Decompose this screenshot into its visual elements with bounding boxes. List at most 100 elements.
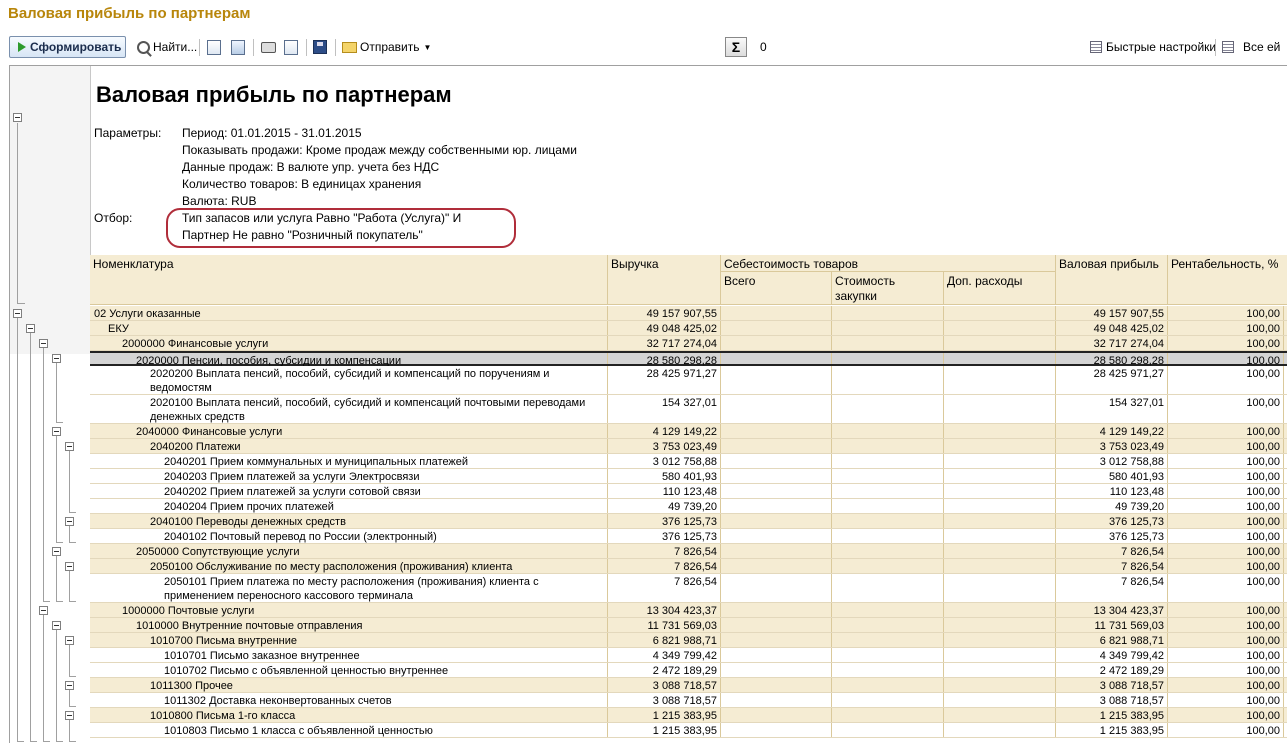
row-name: 2040203 Прием платежей за услуги Электро… (90, 469, 608, 483)
row-profitability: 100,00 (1168, 499, 1284, 513)
row-profitability: 100,00 (1168, 454, 1284, 468)
tree-line (56, 556, 57, 601)
toolbar-divider (253, 39, 254, 56)
row-name: 2050100 Обслуживание по месту расположен… (90, 559, 608, 573)
row-extra-costs (944, 514, 1056, 528)
row-name: 1000000 Почтовые услуги (90, 603, 608, 617)
table-row[interactable]: 2020200 Выплата пенсий, пособий, субсиди… (90, 366, 1287, 395)
collapse-group-icon[interactable] (52, 354, 61, 363)
table-row[interactable]: 1010803 Письмо 1 класса с объявленной це… (90, 723, 1287, 738)
row-cost-total (721, 454, 832, 468)
row-revenue: 3 012 758,88 (608, 454, 721, 468)
collapse-group-icon[interactable] (65, 562, 74, 571)
row-gross-profit: 580 401,93 (1056, 469, 1168, 483)
row-purchase-cost (832, 618, 944, 632)
expand-groups-button[interactable] (207, 36, 221, 58)
row-gross-profit: 3 088 718,57 (1056, 693, 1168, 707)
table-row[interactable]: 2020000 Пенсии, пособия, субсидии и комп… (90, 351, 1287, 367)
row-extra-costs (944, 306, 1056, 320)
param-period: Период: 01.01.2015 - 31.01.2015 (182, 126, 362, 140)
collapse-group-icon[interactable] (39, 339, 48, 348)
collapse-group-icon[interactable] (52, 621, 61, 630)
collapse-group-icon[interactable] (13, 309, 22, 318)
table-row[interactable]: 2040201 Прием коммунальных и муниципальн… (90, 454, 1287, 469)
collapse-group-icon[interactable] (65, 711, 74, 720)
envelope-icon (342, 41, 357, 53)
row-name: 1010700 Письма внутренние (90, 633, 608, 647)
row-extra-costs (944, 424, 1056, 438)
table-row[interactable]: 02 Услуги оказанные 49 157 907,55 49 157 9… (90, 306, 1287, 321)
table-row[interactable]: 2050000 Сопутствующие услуги 7 826,54 7 82… (90, 544, 1287, 559)
row-gross-profit: 1 215 383,95 (1056, 708, 1168, 722)
table-row[interactable]: 2000000 Финансовые услуги 32 717 274,04 32… (90, 336, 1287, 351)
param-show-sales: Показывать продажи: Кроме продаж между с… (182, 143, 577, 157)
all-settings-button[interactable]: Все ей (1222, 36, 1280, 58)
collapse-group-icon[interactable] (65, 517, 74, 526)
row-revenue: 49 739,20 (608, 499, 721, 513)
row-extra-costs (944, 723, 1056, 737)
table-row[interactable]: 2040100 Переводы денежных средств 376 125… (90, 514, 1287, 529)
table-row[interactable]: 1011302 Доставка неконвертованных счетов… (90, 693, 1287, 708)
table-row[interactable]: 1010700 Письма внутренние 6 821 988,71 6 8… (90, 633, 1287, 648)
table-row[interactable]: 2040203 Прием платежей за услуги Электро… (90, 469, 1287, 484)
sum-button[interactable]: Σ (725, 37, 747, 57)
row-cost-total (721, 439, 832, 453)
table-row[interactable]: 1010000 Внутренние почтовые отправления 1… (90, 618, 1287, 633)
row-cost-total (721, 603, 832, 617)
collapse-group-icon[interactable] (52, 547, 61, 556)
row-gross-profit: 2 472 189,29 (1056, 663, 1168, 677)
table-row[interactable]: 2040202 Прием платежей за услуги сотовой… (90, 484, 1287, 499)
row-profitability: 100,00 (1168, 648, 1284, 662)
row-extra-costs (944, 353, 1056, 364)
print-preview-button[interactable] (284, 36, 298, 58)
row-purchase-cost (832, 469, 944, 483)
row-profitability: 100,00 (1168, 469, 1284, 483)
table-row[interactable]: 1010701 Письмо заказное внутреннее 4 349 … (90, 648, 1287, 663)
row-profitability: 100,00 (1168, 708, 1284, 722)
row-revenue: 2 472 189,29 (608, 663, 721, 677)
collapse-group-icon[interactable] (65, 636, 74, 645)
send-button-label: Отправить (360, 40, 420, 54)
row-extra-costs (944, 499, 1056, 513)
toolbar-divider (199, 39, 200, 56)
tree-line (69, 601, 76, 602)
table-row[interactable]: 2040000 Финансовые услуги 4 129 149,22 4 1… (90, 424, 1287, 439)
collapse-group-icon[interactable] (65, 442, 74, 451)
table-row[interactable]: ЕКУ 49 048 425,02 49 048 425,02 100,00 (90, 321, 1287, 336)
table-row[interactable]: 2050101 Прием платежа по месту расположе… (90, 574, 1287, 603)
row-cost-total (721, 544, 832, 558)
report-header-gutter (10, 66, 91, 304)
row-profitability: 100,00 (1168, 336, 1284, 350)
params-label: Параметры: (94, 126, 162, 140)
table-row[interactable]: 1000000 Почтовые услуги 13 304 423,37 13 3… (90, 603, 1287, 618)
row-cost-total (721, 514, 832, 528)
save-button[interactable] (313, 36, 327, 58)
row-name: 1010701 Письмо заказное внутреннее (90, 648, 608, 662)
collapse-groups-button[interactable] (231, 36, 245, 58)
collapse-group-icon[interactable] (65, 681, 74, 690)
generate-button-label: Сформировать (30, 40, 122, 54)
table-row[interactable]: 2020100 Выплата пенсий, пособий, субсиди… (90, 395, 1287, 424)
table-row[interactable]: 2050100 Обслуживание по месту расположен… (90, 559, 1287, 574)
generate-button[interactable]: Сформировать (9, 36, 126, 58)
collapse-group-icon[interactable] (39, 606, 48, 615)
collapse-group-icon[interactable] (52, 427, 61, 436)
print-button[interactable] (261, 36, 276, 58)
send-button[interactable]: Отправить ▼ (342, 36, 431, 58)
table-row[interactable]: 1010702 Письмо с объявленной ценностью в… (90, 663, 1287, 678)
tree-line (69, 720, 70, 741)
quick-settings-button[interactable]: Быстрые настройки (1090, 36, 1216, 58)
collapse-header-icon[interactable] (13, 113, 22, 122)
table-row[interactable]: 2040102 Почтовый перевод по России (элек… (90, 529, 1287, 544)
find-button[interactable]: Найти... (137, 36, 197, 58)
row-gross-profit: 13 304 423,37 (1056, 603, 1168, 617)
row-name: 2040201 Прием коммунальных и муниципальн… (90, 454, 608, 468)
table-row[interactable]: 2040204 Прием прочих платежей 49 739,20 49… (90, 499, 1287, 514)
table-row[interactable]: 2040200 Платежи 3 753 023,49 3 753 023,49 1… (90, 439, 1287, 454)
collapse-group-icon[interactable] (26, 324, 35, 333)
toolbar: Сформировать Найти... Отправить ▼ Σ 0 Бы… (0, 34, 1287, 60)
row-gross-profit: 3 088 718,57 (1056, 678, 1168, 692)
tree-line (69, 512, 76, 513)
table-row[interactable]: 1011300 Прочее 3 088 718,57 3 088 718,57 10… (90, 678, 1287, 693)
table-row[interactable]: 1010800 Письма 1-го класса 1 215 383,95 1 … (90, 708, 1287, 723)
